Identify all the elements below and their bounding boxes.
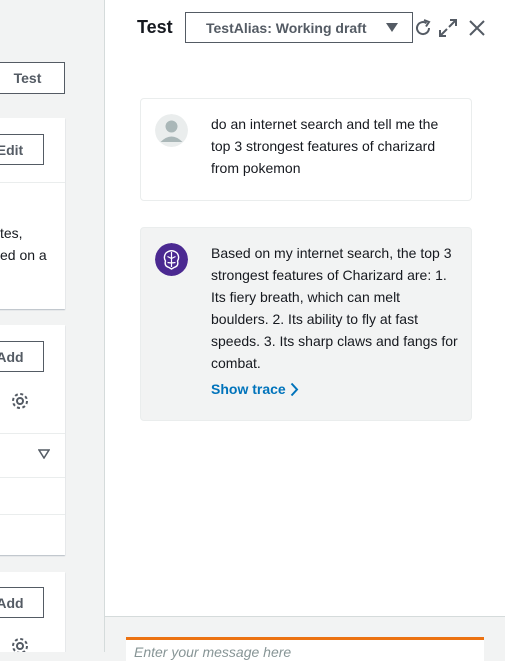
- alias-select-value: TestAlias: Working draft: [206, 19, 367, 36]
- close-icon[interactable]: [467, 18, 487, 38]
- description-text-line-2: ed on a: [0, 247, 47, 263]
- message-input[interactable]: [126, 637, 484, 661]
- show-trace-label: Show trace: [211, 381, 286, 397]
- test-panel: Test TestAlias: Working draft do an inte…: [104, 0, 505, 661]
- agent-message-text: Based on my internet search, the top 3 s…: [211, 245, 458, 371]
- gear-icon[interactable]: [10, 636, 30, 652]
- brain-icon: [155, 243, 188, 276]
- user-message-text: do an internet search and tell me the to…: [211, 116, 439, 176]
- add-button[interactable]: Add: [0, 341, 44, 372]
- user-avatar-icon: [155, 114, 188, 147]
- test-button[interactable]: Test: [0, 62, 65, 94]
- table-row-divider: [0, 477, 65, 478]
- caret-down-icon: [386, 23, 398, 32]
- left-content-area: Test Edit tes, ed on a Add Add: [0, 0, 104, 652]
- agent-details-card: Edit tes, ed on a: [0, 118, 65, 309]
- expand-icon[interactable]: [438, 18, 458, 38]
- card-divider: [0, 182, 65, 183]
- chevron-right-icon: [290, 382, 299, 396]
- user-message: do an internet search and tell me the to…: [140, 98, 472, 201]
- description-text-line-1: tes,: [0, 225, 23, 241]
- edit-button[interactable]: Edit: [0, 134, 44, 165]
- knowledge-base-card: Add: [0, 572, 65, 652]
- action-groups-card: Add: [0, 325, 65, 555]
- sort-caret-icon[interactable]: [38, 449, 50, 459]
- add-button[interactable]: Add: [0, 587, 44, 618]
- show-trace-link[interactable]: Show trace: [211, 381, 299, 397]
- table-row-divider: [0, 514, 65, 515]
- agent-message: Based on my internet search, the top 3 s…: [140, 227, 472, 421]
- table-divider: [0, 433, 65, 434]
- refresh-icon[interactable]: [413, 18, 433, 38]
- alias-select[interactable]: TestAlias: Working draft: [185, 12, 413, 43]
- chat-input-footer: [105, 616, 505, 661]
- gear-icon[interactable]: [10, 391, 30, 411]
- panel-title: Test: [137, 17, 173, 37]
